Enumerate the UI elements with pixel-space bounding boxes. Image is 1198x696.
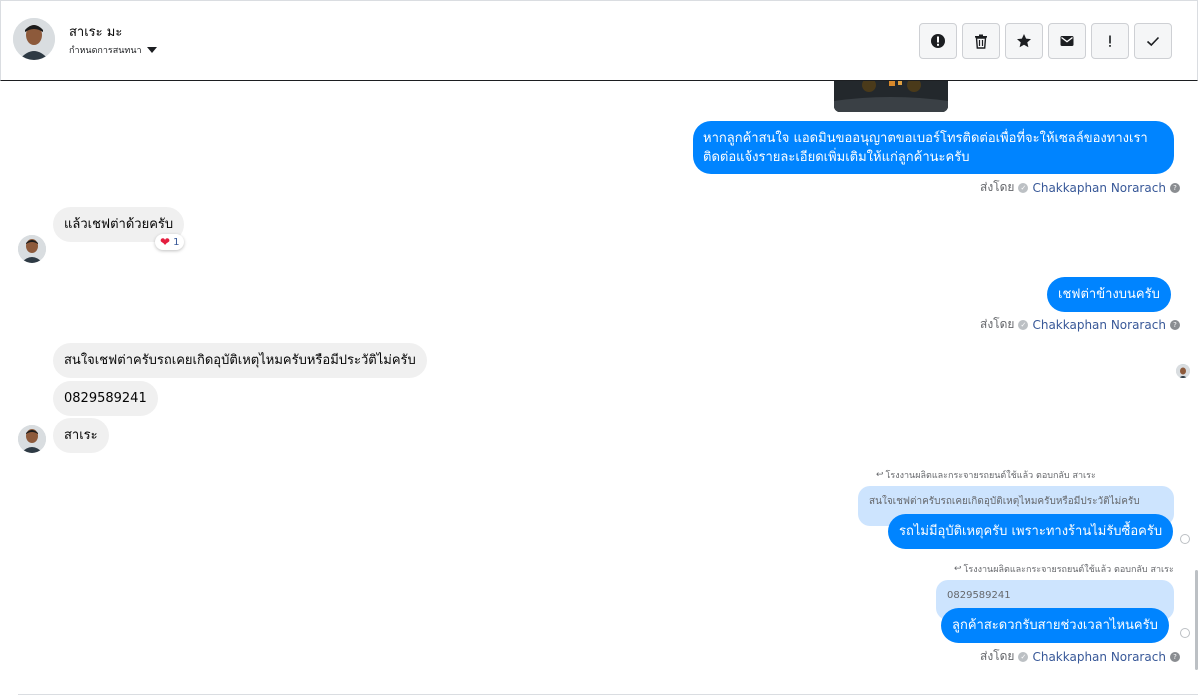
photo-attachment[interactable] (834, 81, 948, 112)
conversation-header: สาเระ มะ กำหนดการสนทนา (0, 0, 1198, 81)
chevron-down-icon (146, 47, 157, 53)
important-button[interactable] (1091, 23, 1129, 59)
heart-icon: ❤ (160, 235, 171, 249)
outgoing-message[interactable]: เชฟต่าข้างบนครับ (1047, 277, 1171, 312)
delivered-check-icon (1180, 628, 1190, 638)
agent-name-link[interactable]: Chakkaphan Norarach (1032, 181, 1165, 195)
sent-by-row: ส่งโดย ✓ Chakkaphan Norarach ? (980, 178, 1180, 197)
message-text: สาเระ (64, 428, 98, 443)
reaction-badge[interactable]: ❤ 1 (155, 234, 185, 250)
reply-arrow-icon: ↩ (876, 470, 884, 480)
reply-note: ↩ โรงงานผลิตและกระจายรถยนต์ใช้แล้ว ตอบกล… (876, 468, 1096, 482)
star-icon (1017, 34, 1031, 48)
check-icon (1146, 36, 1160, 47)
sent-by-row: ส่งโดย ✓ Chakkaphan Norarach ? (980, 315, 1180, 334)
outgoing-message[interactable]: ลูกค้าสะดวกรับสายช่วงเวลาไหนครับ (941, 608, 1169, 643)
star-button[interactable] (1005, 23, 1043, 59)
message-text-line: ติดต่อแจ้งรายละเอียดเพิ่มเติมให้แก่ลูกค้… (703, 150, 970, 165)
assign-label: กำหนดการสนทนา (69, 46, 142, 56)
verified-icon: ✓ (1018, 182, 1029, 193)
report-spam-button[interactable] (919, 23, 957, 59)
quoted-text: สนใจเชฟต่าครับรถเคยเกิดอุบัติเหตุไหมครับ… (869, 496, 1140, 507)
outgoing-message[interactable]: หากลูกค้าสนใจ แอดมินขออนุญาตขอเบอร์โทรติ… (693, 121, 1174, 174)
message-text: เชฟต่าข้างบนครับ (1058, 287, 1160, 302)
conversation-toolbar (919, 23, 1172, 59)
trash-icon (975, 34, 987, 49)
seen-avatar (1176, 364, 1190, 378)
contact-name[interactable]: สาเระ มะ (69, 21, 122, 42)
contact-avatar[interactable] (13, 18, 55, 60)
help-icon[interactable]: ? (1169, 651, 1180, 662)
mark-done-button[interactable] (1134, 23, 1172, 59)
message-text: 0829589241 (64, 391, 147, 406)
incoming-message[interactable]: 0829589241 (53, 381, 158, 416)
sent-by-label: ส่งโดย (980, 649, 1015, 663)
incoming-message[interactable]: สนใจเชฟต่าครับรถเคยเกิดอุบัติเหตุไหมครับ… (53, 343, 427, 378)
reaction-count: 1 (173, 236, 180, 248)
message-text: รถไม่มีอุบัติเหตุครับ เพราะทางร้านไม่รับ… (899, 524, 1163, 539)
reply-arrow-icon: ↩ (954, 564, 962, 574)
reply-note: ↩ โรงงานผลิตและกระจายรถยนต์ใช้แล้ว ตอบกล… (954, 562, 1174, 576)
verified-icon: ✓ (1018, 319, 1029, 330)
message-text-line: หากลูกค้าสนใจ แอดมินขออนุญาตขอเบอร์โทรติ… (703, 131, 1148, 146)
assign-conversation-dropdown[interactable]: กำหนดการสนทนา (69, 43, 157, 57)
message-text: แล้วเชฟต่าด้วยครับ (64, 217, 174, 232)
outgoing-message[interactable]: รถไม่มีอุบัติเหตุครับ เพราะทางร้านไม่รับ… (888, 514, 1174, 549)
message-text: ลูกค้าสะดวกรับสายช่วงเวลาไหนครับ (952, 618, 1158, 633)
message-text: สนใจเชฟต่าครับรถเคยเกิดอุบัติเหตุไหมครับ… (64, 353, 416, 368)
delivered-check-icon (1180, 534, 1190, 544)
incoming-message[interactable]: สาเระ (53, 418, 109, 453)
mark-unread-button[interactable] (1048, 23, 1086, 59)
delete-button[interactable] (962, 23, 1000, 59)
sent-by-label: ส่งโดย (980, 180, 1015, 194)
agent-name-link[interactable]: Chakkaphan Norarach (1032, 318, 1165, 332)
sent-by-label: ส่งโดย (980, 317, 1015, 331)
reply-note-text: โรงงานผลิตและกระจายรถยนต์ใช้แล้ว ตอบกลับ… (963, 565, 1174, 575)
alert-circle-icon (931, 34, 945, 48)
reply-note-text: โรงงานผลิตและกระจายรถยนต์ใช้แล้ว ตอบกลับ… (885, 471, 1096, 481)
sent-by-row: ส่งโดย ✓ Chakkaphan Norarach ? (980, 647, 1180, 666)
message-thread[interactable]: หากลูกค้าสนใจ แอดมินขออนุญาตขอเบอร์โทรติ… (0, 81, 1198, 696)
agent-name-link[interactable]: Chakkaphan Norarach (1032, 650, 1165, 664)
envelope-icon (1060, 36, 1074, 46)
help-icon[interactable]: ? (1169, 182, 1180, 193)
contact-avatar-small[interactable] (18, 425, 46, 453)
verified-icon: ✓ (1018, 651, 1029, 662)
divider (18, 694, 1198, 695)
contact-avatar-small[interactable] (18, 235, 46, 263)
quoted-text: 0829589241 (947, 590, 1011, 601)
exclamation-icon (1109, 35, 1111, 47)
help-icon[interactable]: ? (1169, 319, 1180, 330)
